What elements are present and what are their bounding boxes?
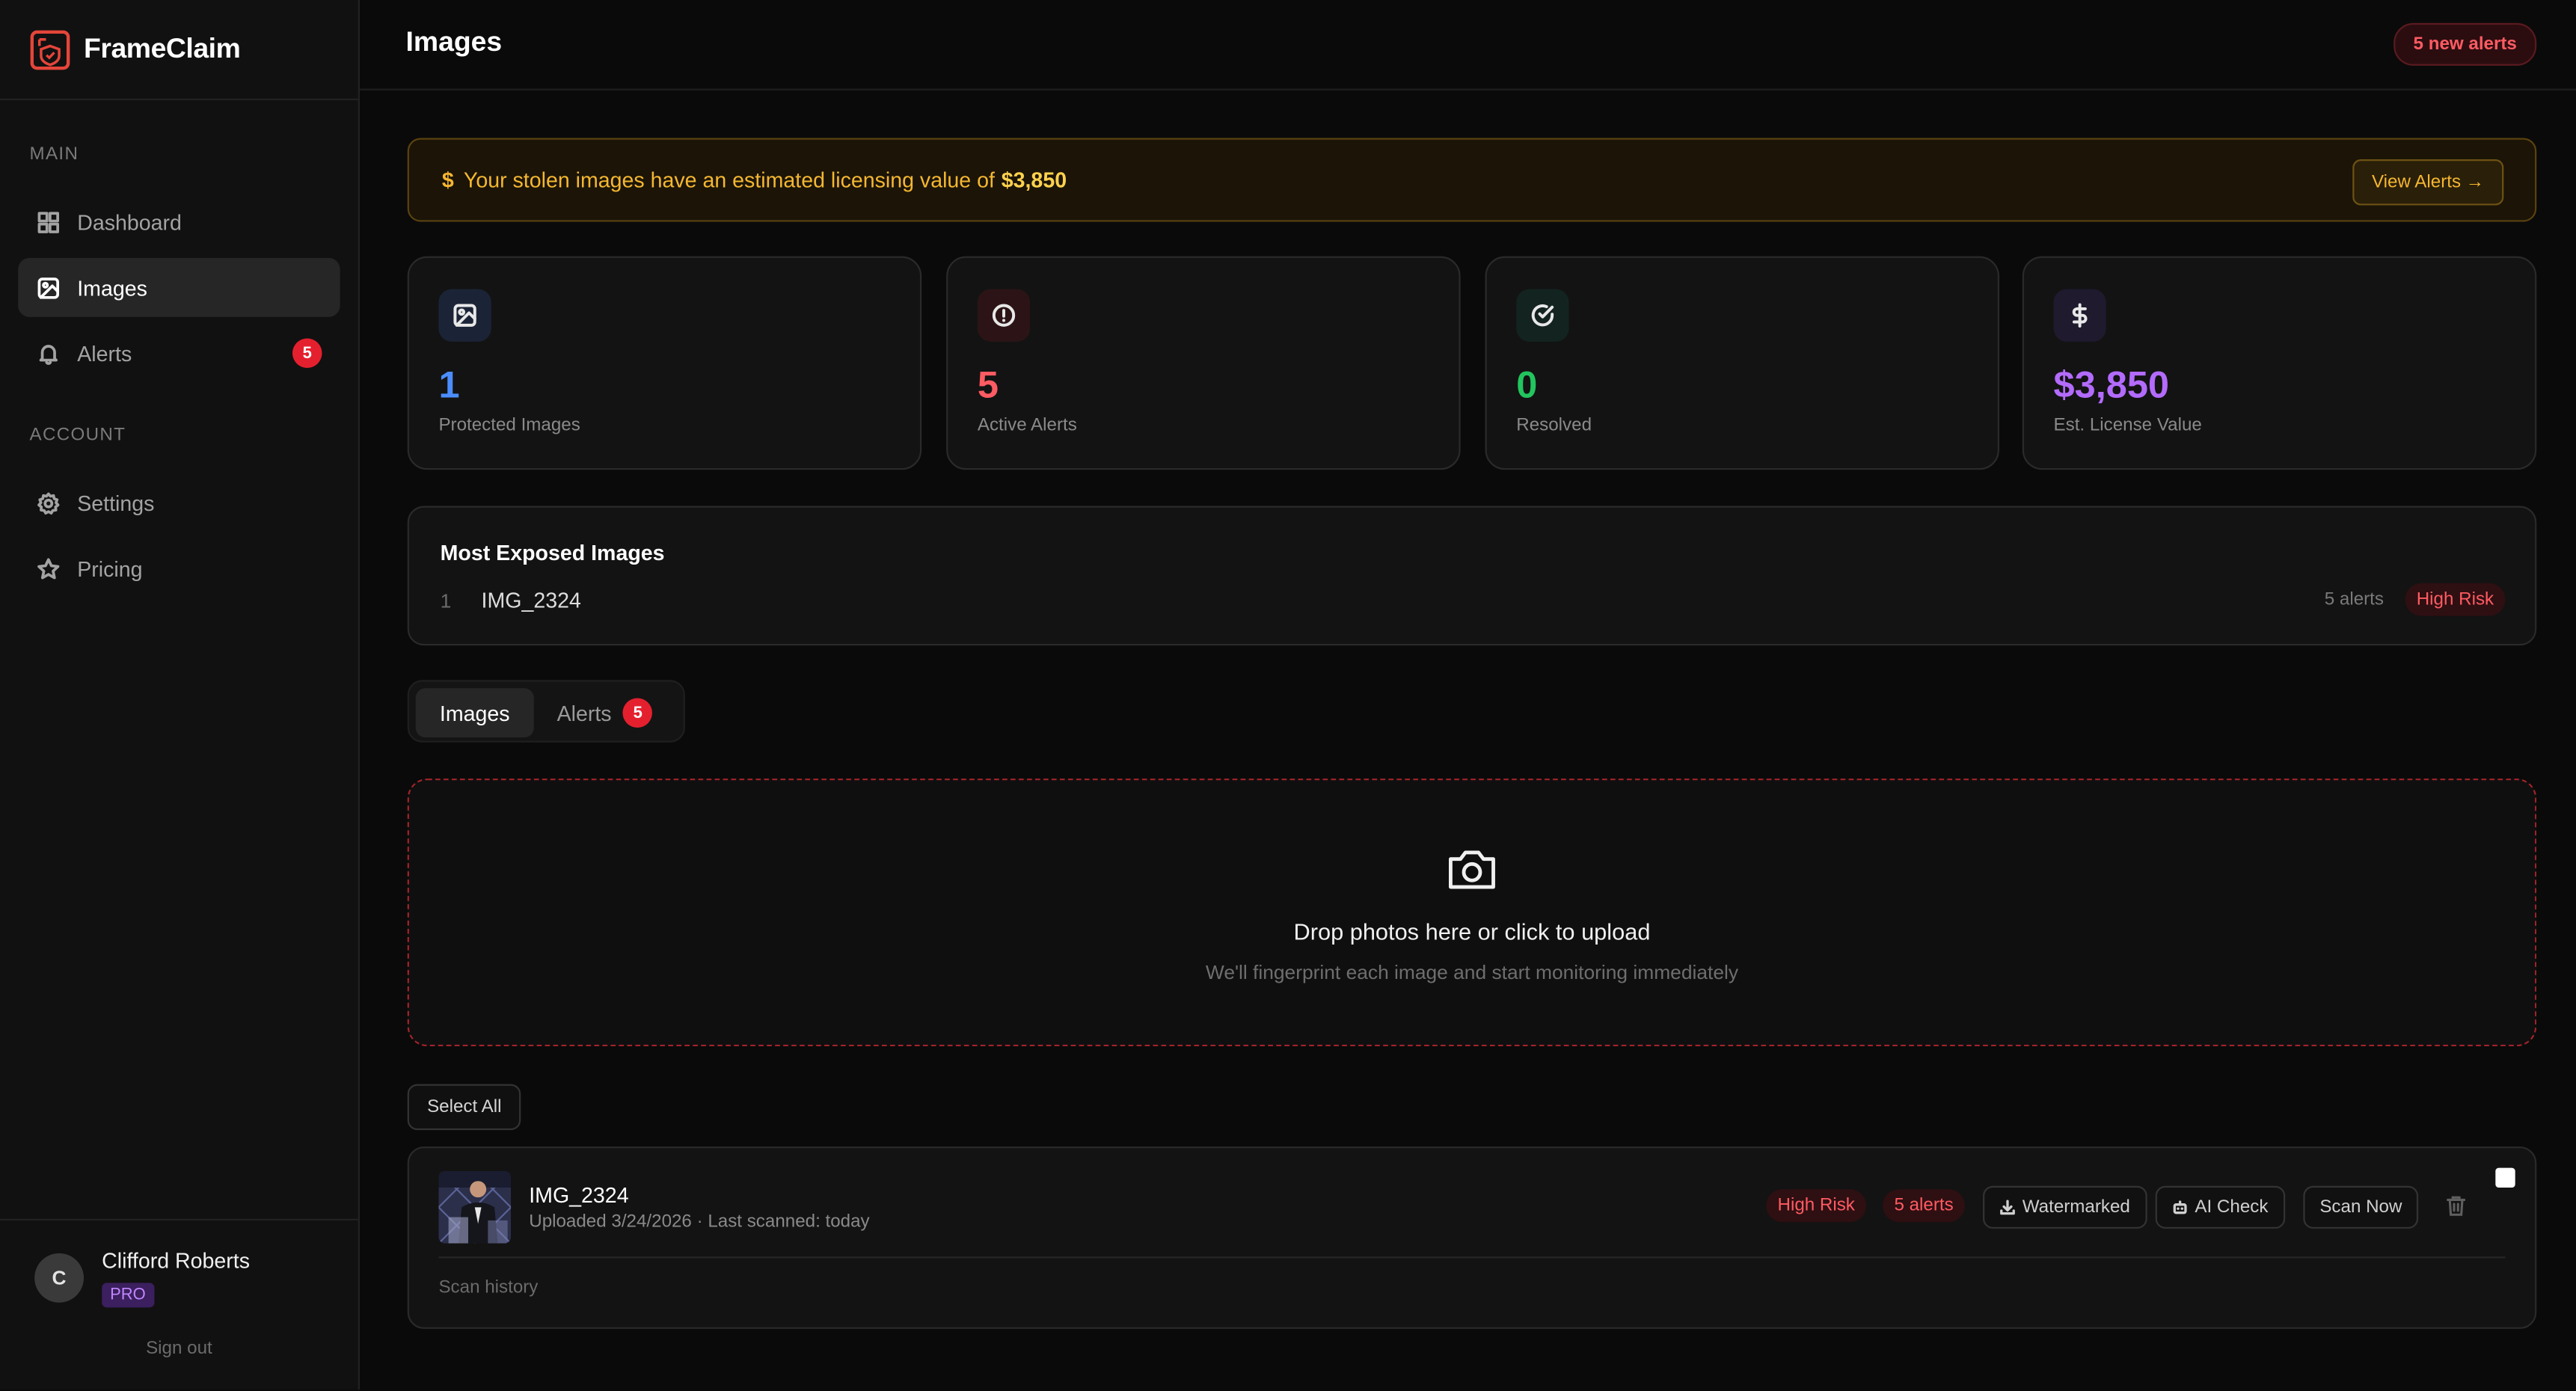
trash-icon[interactable] [2444, 1194, 2468, 1217]
sidebar-item-label: Alerts [77, 340, 132, 366]
stat-value: 5 [977, 363, 999, 406]
sidebar-item-dashboard[interactable]: Dashboard [18, 192, 340, 251]
dollar-icon [2072, 303, 2088, 328]
sidebar-item-pricing[interactable]: Pricing [18, 538, 340, 598]
scan-history-toggle[interactable]: Scan history [438, 1278, 538, 1298]
stat-card-protected-images: 1 Protected Images [407, 256, 922, 470]
sidebar-item-label: Settings [77, 490, 155, 515]
button-label: Watermarked [2022, 1197, 2130, 1217]
divider [438, 1256, 2506, 1259]
stat-value: 1 [438, 363, 460, 406]
user-name: Clifford Roberts [102, 1248, 251, 1274]
exposed-image-name[interactable]: IMG_2324 [482, 588, 581, 612]
tab-images[interactable]: Images [415, 688, 534, 738]
image-name: IMG_2324 [529, 1182, 629, 1208]
button-label: AI Check [2195, 1197, 2269, 1217]
stat-value: 0 [1516, 363, 1538, 406]
banner-value: $3,850 [1001, 168, 1067, 192]
image-row: IMG_2324 Uploaded 3/24/2026 · Last scann… [407, 1146, 2537, 1329]
alert-count: 5 alerts [2324, 589, 2384, 609]
stat-value: $3,850 [2053, 363, 2170, 406]
stat-label: Protected Images [438, 415, 580, 436]
risk-badge: High Risk [2405, 583, 2506, 616]
sidebar-item-label: Dashboard [77, 209, 182, 234]
stat-icon-wrap [977, 289, 1031, 342]
image-icon [37, 277, 60, 298]
image-meta: Uploaded 3/24/2026 · Last scanned: today [529, 1212, 870, 1232]
topbar: Images 5 new alerts [360, 0, 2576, 90]
avatar[interactable]: C [34, 1253, 85, 1303]
sign-out-link[interactable]: Sign out [0, 1339, 358, 1358]
stat-label: Est. License Value [2053, 415, 2202, 436]
sidebar: FrameClaim MAIN Dashboard Images Alerts … [0, 0, 361, 1391]
ai-check-button[interactable]: AI Check [2155, 1185, 2285, 1229]
stat-icon-wrap [2053, 289, 2106, 342]
alert-circle-icon [992, 304, 1016, 327]
dropzone-subtitle: We'll fingerprint each image and start m… [1205, 960, 1739, 984]
risk-badge: High Risk [1766, 1189, 1867, 1223]
sidebar-item-settings[interactable]: Settings [18, 473, 340, 532]
select-checkbox[interactable] [2495, 1167, 2515, 1188]
alerts-count-badge[interactable]: 5 alerts [1883, 1189, 1966, 1223]
scan-now-button[interactable]: Scan Now [2303, 1185, 2419, 1229]
tab-alerts[interactable]: Alerts 5 [557, 688, 653, 737]
rank-index: 1 [440, 589, 452, 613]
tab-label: Alerts [556, 700, 612, 725]
stat-card-license-value: $3,850 Est. License Value [2022, 256, 2537, 470]
licensing-value-banner: $ Your stolen images have an estimated l… [407, 138, 2537, 222]
upload-dropzone[interactable]: Drop photos here or click to upload We'l… [407, 779, 2537, 1047]
grid-icon [37, 211, 60, 233]
dollar-icon: $ [441, 168, 454, 192]
section-title: Most Exposed Images [440, 540, 665, 565]
nav-section-account: ACCOUNT [29, 425, 126, 446]
bell-icon [39, 344, 58, 364]
most-exposed-panel: Most Exposed Images 1 IMG_2324 5 alerts … [407, 506, 2537, 646]
robot-icon [2173, 1200, 2187, 1215]
view-alerts-button[interactable]: View Alerts → [2352, 159, 2504, 206]
new-alerts-badge[interactable]: 5 new alerts [2393, 22, 2537, 66]
image-icon [453, 304, 476, 327]
alerts-count-badge: 5 [292, 338, 322, 368]
view-tabs: Images Alerts 5 [407, 680, 685, 743]
page-title: Images [405, 26, 503, 58]
stat-card-active-alerts: 5 Active Alerts [946, 256, 1461, 470]
plan-badge: PRO [102, 1283, 154, 1308]
camera-icon [1449, 850, 1495, 889]
user-panel: C Clifford Roberts PRO Sign out [0, 1218, 358, 1391]
star-icon [37, 557, 60, 579]
image-thumbnail[interactable] [438, 1171, 512, 1244]
sidebar-item-label: Pricing [77, 556, 143, 581]
download-icon [2000, 1200, 2015, 1215]
watermarked-button[interactable]: Watermarked [1983, 1185, 2147, 1229]
stat-label: Active Alerts [977, 415, 1077, 436]
sidebar-item-images[interactable]: Images [18, 257, 340, 317]
stat-card-resolved: 0 Resolved [1485, 256, 2000, 470]
banner-text: Your stolen images have an estimated lic… [463, 168, 995, 192]
tab-badge: 5 [622, 698, 653, 728]
stat-icon-wrap [438, 289, 491, 342]
stat-icon-wrap [1516, 289, 1569, 342]
select-all-button[interactable]: Select All [407, 1084, 521, 1131]
nav-section-main: MAIN [29, 144, 79, 165]
sidebar-item-label: Images [77, 274, 147, 300]
shield-frame-logo-icon [30, 29, 70, 70]
brand-name: FrameClaim [84, 32, 241, 64]
app-root: FrameClaim MAIN Dashboard Images Alerts … [0, 0, 2576, 1390]
brand[interactable]: FrameClaim [0, 0, 358, 100]
gear-icon [37, 491, 60, 514]
stat-label: Resolved [1516, 415, 1592, 436]
check-circle-icon [1531, 304, 1554, 327]
dropzone-title: Drop photos here or click to upload [1293, 918, 1651, 945]
sidebar-item-alerts[interactable]: Alerts 5 [18, 324, 340, 383]
